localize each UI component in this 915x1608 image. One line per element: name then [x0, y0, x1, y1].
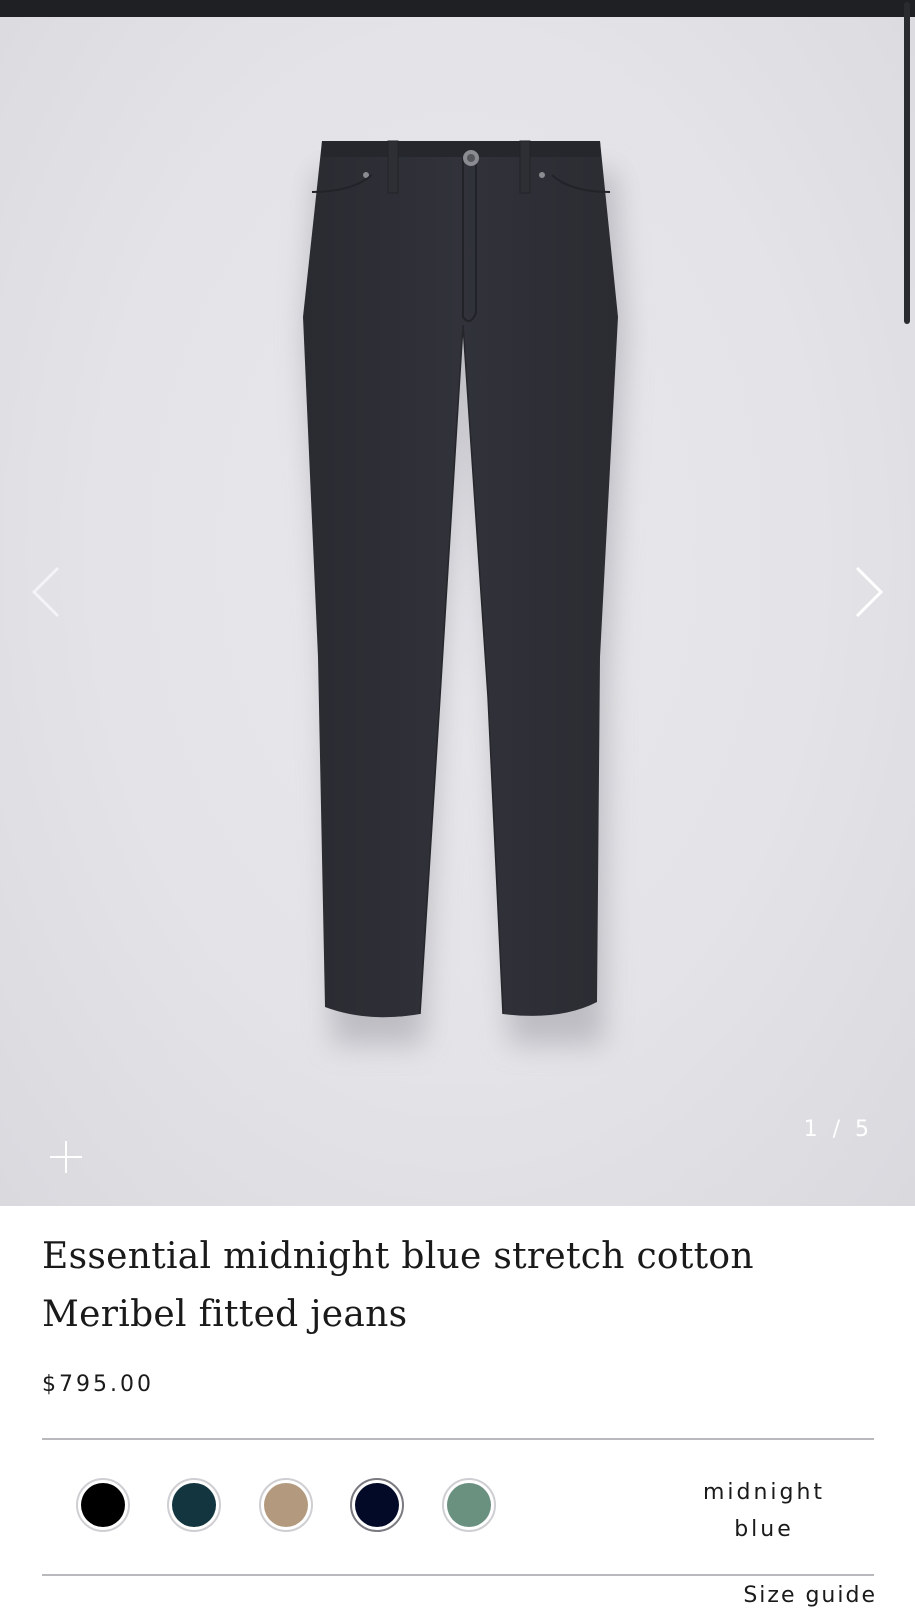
image-counter: 1 / 5	[803, 1117, 873, 1142]
chevron-left-icon	[31, 566, 60, 618]
swatch-fill	[81, 1483, 125, 1527]
chevron-right-icon	[855, 566, 884, 618]
swatch-fill	[355, 1483, 399, 1527]
top-bar	[0, 0, 915, 17]
zoom-button[interactable]	[46, 1137, 86, 1177]
color-swatch-beige[interactable]	[259, 1478, 313, 1532]
plus-icon	[50, 1141, 82, 1173]
product-image	[303, 140, 626, 1045]
divider	[42, 1574, 874, 1576]
color-swatch-sage-green[interactable]	[442, 1478, 496, 1532]
swatch-fill	[172, 1483, 216, 1527]
color-swatch-midnight-blue[interactable]	[350, 1478, 404, 1532]
previous-image-button[interactable]	[20, 547, 80, 637]
size-guide-link[interactable]: Size guide	[743, 1583, 877, 1608]
scrollbar[interactable]	[904, 2, 910, 324]
next-image-button[interactable]	[835, 547, 895, 637]
color-swatch-black[interactable]	[76, 1478, 130, 1532]
product-info: Essential midnight blue stretch cotton M…	[42, 1206, 874, 1397]
color-selector: midnight blue	[42, 1440, 874, 1574]
swatch-fill	[447, 1483, 491, 1527]
product-gallery[interactable]: 1 / 5	[0, 17, 915, 1206]
selected-color-name: midnight blue	[702, 1480, 826, 1542]
product-title: Essential midnight blue stretch cotton M…	[42, 1236, 754, 1335]
color-swatch-teal[interactable]	[167, 1478, 221, 1532]
product-price: $795.00	[42, 1372, 154, 1397]
swatch-fill	[264, 1483, 308, 1527]
